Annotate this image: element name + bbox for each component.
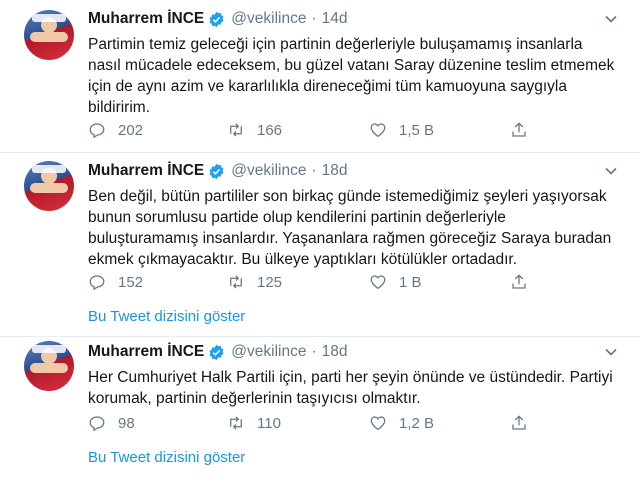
verified-badge-icon <box>209 344 224 360</box>
heart-icon <box>370 123 386 138</box>
separator-dot: · <box>311 162 317 179</box>
reply-button[interactable]: 202 <box>88 121 143 139</box>
tweet-header: Muharrem İNCE @vekilince · 18d <box>88 160 348 182</box>
tweet-text: Partimin temiz geleceği için partinin de… <box>88 36 615 116</box>
tweet-header: Muharrem İNCE @vekilince · 18d <box>88 341 348 363</box>
like-count: 1,2 B <box>399 414 435 432</box>
retweet-button[interactable]: 166 <box>227 121 282 139</box>
tweet-timestamp[interactable]: 14d <box>322 10 348 28</box>
like-button[interactable]: 1,2 B <box>369 414 434 432</box>
chevron-down-icon[interactable] <box>604 12 618 26</box>
retweet-count: 110 <box>257 414 281 432</box>
like-button[interactable]: 1,5 B <box>369 121 434 139</box>
tweet-text: Ben değil, bütün partililer son birkaç g… <box>88 188 612 268</box>
reply-button[interactable]: 98 <box>88 414 135 432</box>
retweet-icon <box>230 275 242 289</box>
like-count: 1 B <box>399 273 422 291</box>
author-name[interactable]: Muharrem İNCE <box>88 10 204 28</box>
share-icon <box>512 122 526 137</box>
author-name[interactable]: Muharrem İNCE <box>88 343 204 361</box>
tweet-timestamp[interactable]: 18d <box>322 162 348 180</box>
chevron-down-icon[interactable] <box>604 164 618 178</box>
retweet-button[interactable]: 110 <box>227 414 281 432</box>
share-icon <box>512 415 526 430</box>
reply-icon <box>89 416 105 432</box>
avatar[interactable] <box>24 161 74 211</box>
show-thread-link[interactable]: Bu Tweet dizisini göster <box>88 449 245 466</box>
reply-count: 98 <box>118 414 135 432</box>
retweet-icon <box>230 416 242 430</box>
reply-count: 152 <box>118 273 144 291</box>
tweet-header: Muharrem İNCE @vekilince · 14d <box>88 8 348 30</box>
show-thread-link[interactable]: Bu Tweet dizisini göster <box>88 308 245 325</box>
tweet-actions: 202 166 1,5 B <box>88 121 538 141</box>
tweet-feed: Muharrem İNCE @vekilince · 14d Partimin … <box>0 0 640 482</box>
chevron-down-icon[interactable] <box>604 345 618 359</box>
like-count: 1,5 B <box>399 121 435 139</box>
tweet-actions: 98 110 1,2 B <box>88 414 538 434</box>
tweet[interactable]: Muharrem İNCE @vekilince · 14d Partimin … <box>0 0 640 152</box>
share-button[interactable] <box>510 121 540 139</box>
verified-badge-icon <box>209 163 224 179</box>
tweet-timestamp[interactable]: 18d <box>322 343 348 361</box>
retweet-count: 166 <box>257 121 283 139</box>
reply-icon <box>89 275 105 291</box>
retweet-count: 125 <box>257 273 283 291</box>
tweet-actions: 152 125 1 B <box>88 273 538 293</box>
tweet[interactable]: Muharrem İNCE @vekilince · 18d Ben değil… <box>0 153 640 335</box>
share-icon <box>512 274 526 289</box>
separator-dot: · <box>311 10 317 27</box>
tweet[interactable]: Muharrem İNCE @vekilince · 18d Her Cumhu… <box>0 337 640 482</box>
author-name[interactable]: Muharrem İNCE <box>88 162 204 180</box>
reply-count: 202 <box>118 121 144 139</box>
author-handle[interactable]: @vekilince <box>231 343 306 361</box>
tweet-text: Her Cumhuriyet Halk Partili için, parti … <box>88 369 613 407</box>
reply-icon <box>89 123 105 139</box>
like-button[interactable]: 1 B <box>369 273 422 291</box>
retweet-icon <box>230 123 242 137</box>
retweet-button[interactable]: 125 <box>227 273 282 291</box>
avatar[interactable] <box>24 10 74 60</box>
verified-badge-icon <box>209 11 224 27</box>
separator-dot: · <box>311 343 317 360</box>
share-button[interactable] <box>510 273 540 291</box>
heart-icon <box>370 416 386 431</box>
heart-icon <box>370 275 386 290</box>
avatar[interactable] <box>24 341 74 391</box>
author-handle[interactable]: @vekilince <box>231 10 306 28</box>
reply-button[interactable]: 152 <box>88 273 143 291</box>
author-handle[interactable]: @vekilince <box>231 162 306 180</box>
share-button[interactable] <box>510 414 540 432</box>
